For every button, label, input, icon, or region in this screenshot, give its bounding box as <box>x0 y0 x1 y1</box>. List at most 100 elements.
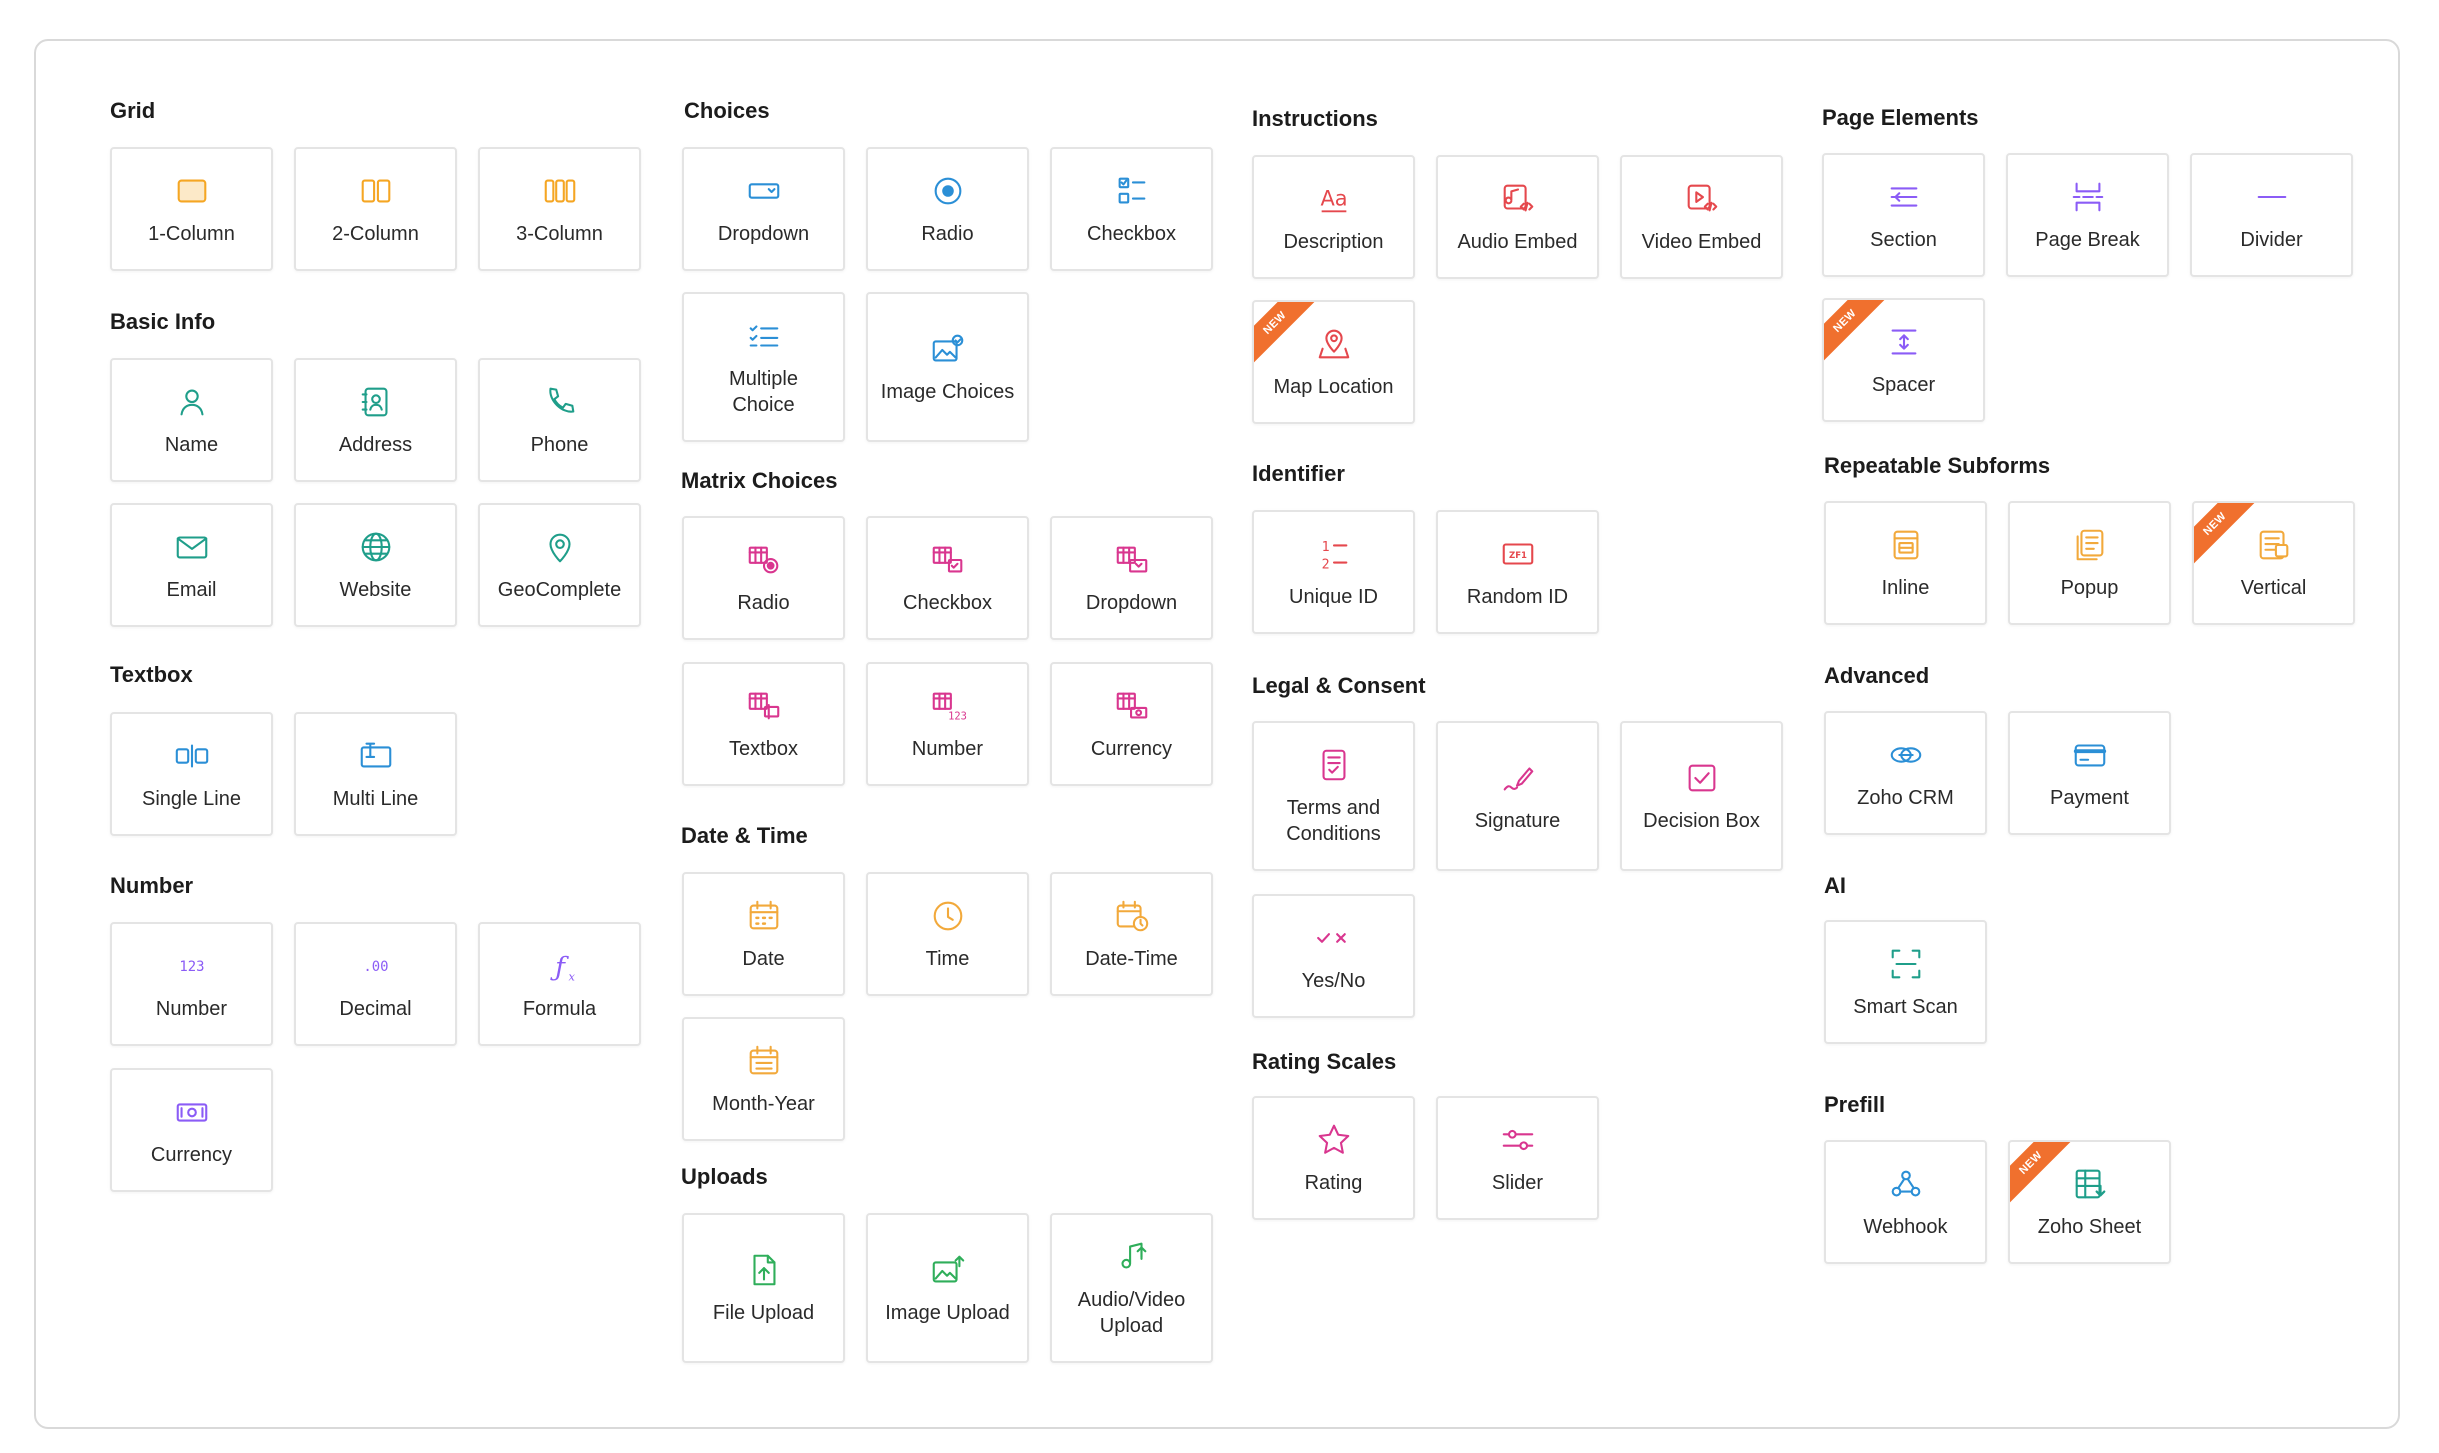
svg-text:.00: .00 <box>363 959 388 975</box>
field-card-label: Webhook <box>1863 1216 1948 1238</box>
matrix-currency-icon <box>1112 686 1152 726</box>
field-card-identifier-unique-id[interactable]: 1 2 Unique ID <box>1252 510 1415 634</box>
field-card-choices-radio[interactable]: Radio <box>866 147 1029 271</box>
sheet-icon <box>2070 1164 2110 1204</box>
field-card-grid-1-column[interactable]: 1-Column <box>110 147 273 271</box>
field-card-basic-phone[interactable]: Phone <box>478 358 641 482</box>
field-card-textbox-single-line[interactable]: Single Line <box>110 712 273 836</box>
field-card-matrix-number[interactable]: 123 Number <box>866 662 1029 786</box>
field-card-subforms-vertical[interactable]: Vertical NEW <box>2192 501 2355 625</box>
section-title-advanced: Advanced <box>1824 663 1930 688</box>
field-card-content: Rating <box>1254 1098 1413 1218</box>
field-card-prefill-webhook[interactable]: Webhook <box>1824 1140 1987 1264</box>
field-card-page-section[interactable]: Section <box>1822 153 1985 277</box>
field-card-legal-signature[interactable]: Signature <box>1436 721 1599 871</box>
field-card-label: Checkbox <box>1087 223 1176 245</box>
random-id-tag: ZF1 <box>1509 551 1527 561</box>
section-title-prefill: Prefill <box>1824 1092 1886 1117</box>
section-title-basic: Basic Info <box>110 309 216 334</box>
field-card-number-currency[interactable]: Currency <box>110 1068 273 1192</box>
field-card-choices-dropdown[interactable]: Dropdown <box>682 147 845 271</box>
field-card-choices-image-choices[interactable]: Image Choices <box>866 292 1029 442</box>
field-card-matrix-textbox[interactable]: Textbox <box>682 662 845 786</box>
field-card-page-divider[interactable]: Divider <box>2190 153 2353 277</box>
field-card-label: Multi Line <box>332 788 419 810</box>
field-card-basic-geocomplete[interactable]: GeoComplete <box>478 503 641 627</box>
field-card-content: 3-Column <box>480 149 639 269</box>
video-embed-icon <box>1682 179 1722 219</box>
field-card-content: GeoComplete <box>480 505 639 625</box>
field-card-label: Description <box>1283 231 1384 253</box>
field-card-matrix-radio[interactable]: Radio <box>682 516 845 640</box>
field-card-datetime-month-year[interactable]: Month-Year <box>682 1017 845 1141</box>
decimal-icon: .00 <box>346 946 406 986</box>
field-card-identifier-random-id[interactable]: ZF1 Random ID <box>1436 510 1599 634</box>
field-card-instructions-description[interactable]: Aa Description <box>1252 155 1415 279</box>
field-card-label: Date-Time <box>1085 948 1178 970</box>
field-card-basic-website[interactable]: Website <box>294 503 457 627</box>
field-card-content: Currency <box>112 1070 271 1190</box>
field-card-matrix-currency[interactable]: Currency <box>1050 662 1213 786</box>
field-card-label: Radio <box>737 592 790 614</box>
field-card-basic-name[interactable]: Name <box>110 358 273 482</box>
field-card-legal-decision-box[interactable]: Decision Box <box>1620 721 1783 871</box>
field-card-basic-email[interactable]: Email <box>110 503 273 627</box>
field-card-number-formula[interactable]: ƒ x Formula <box>478 922 641 1046</box>
field-card-prefill-zoho-sheet[interactable]: Zoho Sheet NEW <box>2008 1140 2171 1264</box>
field-card-instructions-video-embed[interactable]: Video Embed <box>1620 155 1783 279</box>
field-card-label: Section <box>1870 229 1937 251</box>
field-card-label: Audio Embed <box>1457 231 1578 253</box>
field-card-basic-address[interactable]: Address <box>294 358 457 482</box>
field-card-label: Formula <box>522 998 597 1020</box>
field-card-textbox-multi-line[interactable]: Multi Line <box>294 712 457 836</box>
field-card-content: Name <box>112 360 271 480</box>
single-line-icon <box>172 736 212 776</box>
field-card-datetime-time[interactable]: Time <box>866 872 1029 996</box>
field-card-advanced-zoho-crm[interactable]: Zoho CRM <box>1824 711 1987 835</box>
field-card-choices-checkbox[interactable]: Checkbox <box>1050 147 1213 271</box>
field-card-content: Aa Description <box>1254 157 1413 277</box>
field-card-page-spacer[interactable]: Spacer NEW <box>1822 298 1985 422</box>
field-card-page-page-break[interactable]: Page Break <box>2006 153 2169 277</box>
field-card-label: Multiple Choice <box>729 368 798 416</box>
field-card-label: Yes/No <box>1301 970 1366 992</box>
field-card-label: Popup <box>2060 577 2119 599</box>
field-card-grid-2-column[interactable]: 2-Column <box>294 147 457 271</box>
field-card-content: File Upload <box>684 1215 843 1361</box>
field-card-rating-rating[interactable]: Rating <box>1252 1096 1415 1220</box>
field-card-uploads-image-upload[interactable]: Image Upload <box>866 1213 1029 1363</box>
field-card-number-number[interactable]: 123 Number <box>110 922 273 1046</box>
svg-text:ƒ: ƒ <box>550 952 569 983</box>
field-card-rating-slider[interactable]: Slider <box>1436 1096 1599 1220</box>
field-card-instructions-map-location[interactable]: Map Location NEW <box>1252 300 1415 424</box>
field-card-ai-smart-scan[interactable]: Smart Scan <box>1824 920 1987 1044</box>
field-card-content: Decision Box <box>1622 723 1781 869</box>
field-card-subforms-popup[interactable]: Popup <box>2008 501 2171 625</box>
field-card-uploads-audio-video-upload[interactable]: Audio/Video Upload <box>1050 1213 1213 1363</box>
field-card-uploads-file-upload[interactable]: File Upload <box>682 1213 845 1363</box>
slider-icon <box>1498 1120 1538 1160</box>
field-card-choices-multiple-choice[interactable]: Multiple Choice <box>682 292 845 442</box>
field-card-label: Number <box>911 738 984 760</box>
field-card-matrix-dropdown[interactable]: Dropdown <box>1050 516 1213 640</box>
field-card-label: Single Line <box>142 788 241 810</box>
field-card-datetime-date-time[interactable]: Date-Time <box>1050 872 1213 996</box>
field-card-subforms-inline[interactable]: Inline <box>1824 501 1987 625</box>
field-card-legal-yes-no[interactable]: Yes/No <box>1252 894 1415 1018</box>
field-card-label: Name <box>164 434 219 456</box>
phone-icon <box>540 382 580 422</box>
field-card-content: Popup <box>2010 503 2169 623</box>
section-title-page: Page Elements <box>1822 105 1979 130</box>
field-card-content: Checkbox <box>868 518 1027 638</box>
field-card-grid-3-column[interactable]: 3-Column <box>478 147 641 271</box>
field-card-instructions-audio-embed[interactable]: Audio Embed <box>1436 155 1599 279</box>
terms-icon <box>1314 745 1354 785</box>
field-card-datetime-date[interactable]: Date <box>682 872 845 996</box>
field-card-number-decimal[interactable]: .00 Decimal <box>294 922 457 1046</box>
field-card-legal-terms-and-conditions[interactable]: Terms and Conditions <box>1252 721 1415 871</box>
field-card-content: Dropdown <box>1052 518 1211 638</box>
number-icon: 123 <box>162 946 222 986</box>
field-card-matrix-checkbox[interactable]: Checkbox <box>866 516 1029 640</box>
file-upload-icon <box>744 1250 784 1290</box>
field-card-advanced-payment[interactable]: Payment <box>2008 711 2171 835</box>
